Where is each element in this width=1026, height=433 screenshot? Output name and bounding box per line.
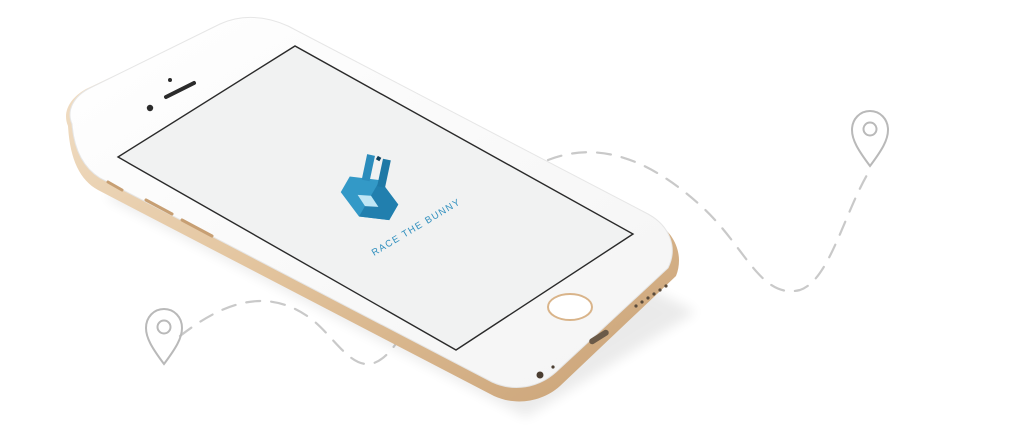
proximity-sensor-icon bbox=[168, 78, 172, 82]
microphone-icon bbox=[551, 365, 555, 369]
promo-scene: RACE THE BUNNY bbox=[0, 0, 1026, 433]
home-button[interactable] bbox=[547, 293, 593, 321]
headphone-jack-icon bbox=[536, 371, 544, 379]
promo-illustration: RACE THE BUNNY bbox=[66, 16, 890, 417]
map-pin-end-icon bbox=[850, 109, 890, 168]
front-camera-icon bbox=[146, 104, 154, 112]
map-pin-start-icon bbox=[144, 307, 184, 366]
